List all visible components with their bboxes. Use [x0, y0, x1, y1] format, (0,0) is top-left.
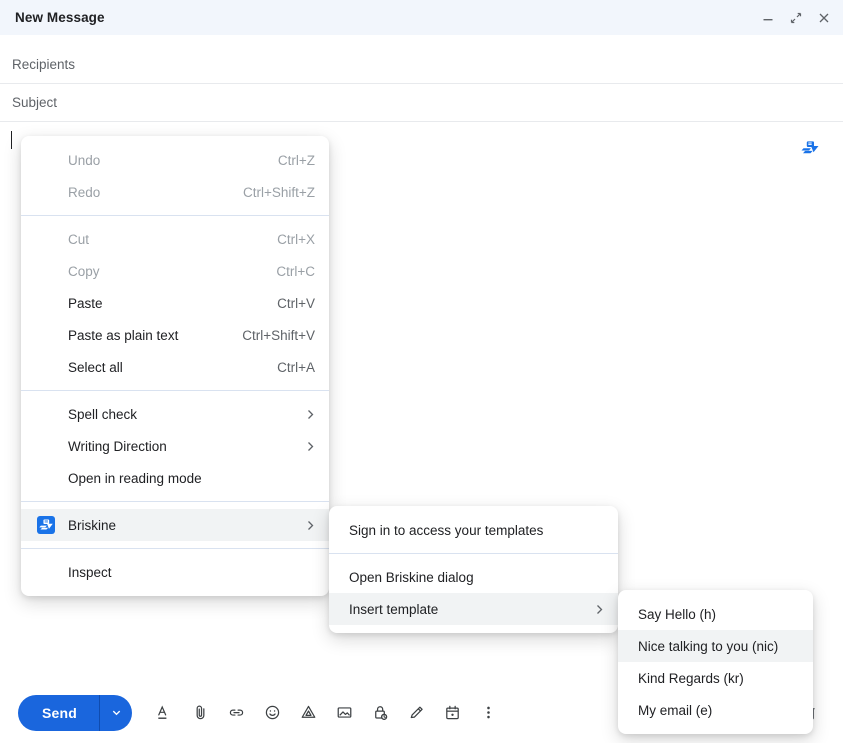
- schedule-send-icon[interactable]: [438, 699, 466, 727]
- menu-item-paste-as-plain-text[interactable]: Paste as plain text Ctrl+Shift+V: [21, 319, 329, 351]
- menu-item-label: Sign in to access your templates: [349, 522, 544, 538]
- menu-item-shortcut: Ctrl+Z: [277, 152, 315, 168]
- menu-item-undo[interactable]: Undo Ctrl+Z: [21, 144, 329, 176]
- menu-item-insert-template[interactable]: Insert template: [329, 593, 618, 625]
- formatting-options-icon[interactable]: [150, 699, 178, 727]
- more-options-icon[interactable]: [474, 699, 502, 727]
- text-caret: [11, 131, 12, 149]
- subject-placeholder: Subject: [12, 95, 58, 110]
- menu-item-label: Select all: [68, 359, 123, 375]
- briskine-submenu: Sign in to access your templates Open Bri…: [329, 506, 618, 633]
- menu-item-label: Spell check: [68, 406, 138, 422]
- send-button-group[interactable]: Send: [18, 694, 133, 731]
- menu-item-label: Paste: [68, 295, 103, 311]
- menu-item-label: Insert template: [349, 601, 439, 617]
- chevron-right-icon: [595, 604, 604, 615]
- gmail-compose-window: New Message Recipients Subject Send Undo…: [0, 0, 843, 743]
- menu-item-copy[interactable]: Copy Ctrl+C: [21, 255, 329, 287]
- menu-item-label: Open Briskine dialog: [349, 569, 474, 585]
- menu-separator: [21, 501, 329, 502]
- insert-template-submenu: Say Hello (h) Nice talking to you (nic) Ki…: [618, 590, 813, 734]
- menu-item-shortcut: Ctrl+V: [277, 295, 315, 311]
- insert-drive-file-icon[interactable]: [294, 699, 322, 727]
- menu-item-label: Nice talking to you (nic): [638, 638, 779, 654]
- formatting-toolbar: [150, 699, 502, 727]
- menu-item-label: Redo: [68, 184, 101, 200]
- menu-item-label: Copy: [68, 263, 100, 279]
- subject-field[interactable]: Subject: [0, 84, 843, 122]
- recipients-field[interactable]: Recipients: [0, 46, 843, 84]
- menu-item-cut[interactable]: Cut Ctrl+X: [21, 223, 329, 255]
- menu-item-shortcut: Ctrl+C: [276, 263, 315, 279]
- menu-separator: [21, 215, 329, 216]
- confidential-mode-icon[interactable]: [366, 699, 394, 727]
- menu-item-my-email-e[interactable]: My email (e): [618, 694, 813, 726]
- menu-item-label: Paste as plain text: [68, 327, 179, 343]
- menu-item-shortcut: Ctrl+X: [277, 231, 315, 247]
- chevron-right-icon: [306, 520, 315, 531]
- chevron-right-icon: [306, 409, 315, 420]
- menu-item-label: My email (e): [638, 702, 713, 718]
- menu-item-label: Open in reading mode: [68, 470, 202, 486]
- page-title: New Message: [15, 10, 105, 25]
- menu-item-spell-check[interactable]: Spell check: [21, 398, 329, 430]
- menu-item-label: Cut: [68, 231, 90, 247]
- menu-separator: [21, 390, 329, 391]
- menu-item-shortcut: Ctrl+Shift+Z: [242, 184, 315, 200]
- menu-separator: [21, 548, 329, 549]
- menu-item-label: Inspect: [68, 564, 112, 580]
- menu-item-shortcut: Ctrl+A: [277, 359, 315, 375]
- menu-item-say-hello-h[interactable]: Say Hello (h): [618, 598, 813, 630]
- context-menu: Undo Ctrl+Z Redo Ctrl+Shift+Z Cut Ctrl+X Copy C…: [21, 136, 329, 596]
- chevron-right-icon: [306, 441, 315, 452]
- attach-file-icon[interactable]: [186, 699, 214, 727]
- menu-item-redo[interactable]: Redo Ctrl+Shift+Z: [21, 176, 329, 208]
- insert-link-icon[interactable]: [222, 699, 250, 727]
- window-controls: [761, 11, 831, 25]
- menu-item-inspect[interactable]: Inspect: [21, 556, 329, 588]
- menu-item-open-briskine-dialog[interactable]: Open Briskine dialog: [329, 561, 618, 593]
- popout-button[interactable]: [789, 11, 803, 25]
- insert-emoji-icon[interactable]: [258, 699, 286, 727]
- close-button[interactable]: [817, 11, 831, 25]
- recipients-placeholder: Recipients: [12, 57, 76, 72]
- insert-signature-icon[interactable]: [402, 699, 430, 727]
- menu-item-sign-in-to-access-your-templates[interactable]: Sign in to access your templates: [329, 514, 618, 546]
- menu-item-open-in-reading-mode[interactable]: Open in reading mode: [21, 462, 329, 494]
- menu-separator: [329, 553, 618, 554]
- menu-item-briskine[interactable]: Briskine: [21, 509, 329, 541]
- minimize-button[interactable]: [761, 11, 775, 25]
- menu-item-kind-regards-kr[interactable]: Kind Regards (kr): [618, 662, 813, 694]
- menu-item-label: Say Hello (h): [638, 606, 717, 622]
- menu-item-label: Briskine: [68, 517, 117, 533]
- compose-title-bar: New Message: [0, 0, 843, 35]
- send-options-chevron-down-icon[interactable]: [100, 695, 132, 731]
- menu-item-label: Kind Regards (kr): [638, 670, 744, 686]
- insert-photo-icon[interactable]: [330, 699, 358, 727]
- menu-item-label: Writing Direction: [68, 438, 167, 454]
- briskine-logo-icon[interactable]: [797, 135, 823, 161]
- menu-item-label: Undo: [68, 152, 101, 168]
- menu-item-paste[interactable]: Paste Ctrl+V: [21, 287, 329, 319]
- menu-item-writing-direction[interactable]: Writing Direction: [21, 430, 329, 462]
- menu-item-nice-talking-to-you-nic[interactable]: Nice talking to you (nic): [618, 630, 813, 662]
- send-button[interactable]: Send: [18, 694, 101, 731]
- menu-item-select-all[interactable]: Select all Ctrl+A: [21, 351, 329, 383]
- menu-item-shortcut: Ctrl+Shift+V: [242, 327, 315, 343]
- briskine-logo-icon: [37, 516, 55, 534]
